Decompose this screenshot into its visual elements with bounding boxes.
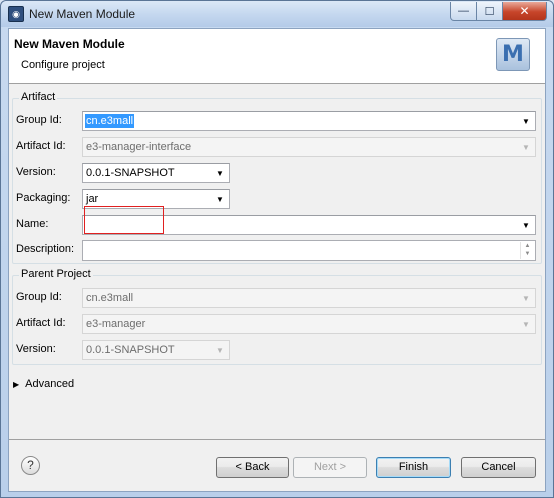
group-id-value: cn.e3mall (85, 114, 135, 128)
window-controls: — ☐ ✕ (450, 2, 547, 21)
maven-module-window: ◉ New Maven Module — ☐ ✕ New Maven Modul… (0, 0, 554, 498)
version-value: 0.0.1-SNAPSHOT (86, 167, 175, 179)
cancel-button[interactable]: Cancel (461, 457, 536, 478)
help-icon[interactable]: ? (21, 456, 40, 475)
artifact-id-label: Artifact Id: (16, 140, 66, 152)
page-title: New Maven Module (14, 37, 125, 51)
version-combo[interactable]: 0.0.1-SNAPSHOT ▼ (82, 163, 230, 183)
artifact-id-value: e3-manager-interface (86, 141, 192, 153)
chevron-down-icon: ▼ (522, 293, 530, 303)
chevron-down-icon[interactable]: ▼ (213, 192, 227, 206)
chevron-down-icon[interactable]: ▼ (519, 114, 533, 128)
parent-version-label: Version: (16, 343, 56, 355)
chevron-down-icon: ▼ (522, 142, 530, 152)
dialog-content: New Maven Module Configure project M Art… (8, 28, 546, 492)
parent-project-group: Parent Project Group Id: cn.e3mall ▼ Art… (12, 268, 542, 365)
chevron-down-icon[interactable]: ▼ (213, 166, 227, 180)
artifact-legend: Artifact (19, 91, 58, 103)
description-field[interactable]: ▲ ▼ (82, 240, 536, 261)
back-button[interactable]: < Back (216, 457, 289, 478)
minimize-button[interactable]: — (450, 2, 477, 21)
chevron-down-icon: ▼ (522, 319, 530, 329)
parent-version-combo: 0.0.1-SNAPSHOT ▼ (82, 340, 230, 360)
artifact-id-combo: e3-manager-interface ▼ (82, 137, 536, 157)
packaging-label: Packaging: (16, 192, 71, 204)
maven-logo-icon: M (496, 38, 530, 71)
version-label: Version: (16, 166, 56, 178)
parent-group-id-value: cn.e3mall (86, 292, 134, 304)
next-button[interactable]: Next > (293, 457, 367, 478)
scroll-arrows-icon[interactable]: ▲ ▼ (520, 242, 534, 259)
maximize-button[interactable]: ☐ (477, 2, 503, 21)
parent-artifact-id-label: Artifact Id: (16, 317, 66, 329)
advanced-label[interactable]: Advanced (25, 378, 74, 390)
parent-group-id-label: Group Id: (16, 291, 62, 303)
parent-version-value: 0.0.1-SNAPSHOT (86, 344, 175, 356)
footer-divider (9, 439, 545, 440)
artifact-group: Artifact Group Id: cn.e3mall ▼ Artifact … (12, 91, 542, 264)
eclipse-maven-icon: ◉ (8, 6, 24, 22)
parent-project-legend: Parent Project (19, 268, 93, 280)
chevron-down-icon[interactable]: ▼ (519, 218, 533, 232)
group-id-label: Group Id: (16, 114, 62, 126)
wizard-header: New Maven Module Configure project M (9, 29, 545, 84)
group-id-combo[interactable]: cn.e3mall ▼ (82, 111, 536, 131)
parent-artifact-id-value: e3-manager (86, 318, 146, 330)
window-title: New Maven Module (29, 7, 136, 21)
advanced-toggle[interactable]: ▶ Advanced (13, 378, 74, 390)
chevron-down-icon: ▼ (216, 345, 224, 355)
name-label: Name: (16, 218, 49, 230)
close-button[interactable]: ✕ (503, 2, 547, 21)
annotation-highlight-box (84, 206, 164, 234)
parent-artifact-id-combo: e3-manager ▼ (82, 314, 536, 334)
page-subtitle: Configure project (21, 59, 105, 71)
parent-group-id-combo: cn.e3mall ▼ (82, 288, 536, 308)
title-bar[interactable]: ◉ New Maven Module — ☐ ✕ (1, 1, 553, 27)
packaging-value: jar (86, 193, 99, 205)
chevron-right-icon[interactable]: ▶ (13, 380, 19, 389)
finish-button[interactable]: Finish (376, 457, 451, 478)
description-label: Description: (16, 243, 75, 255)
